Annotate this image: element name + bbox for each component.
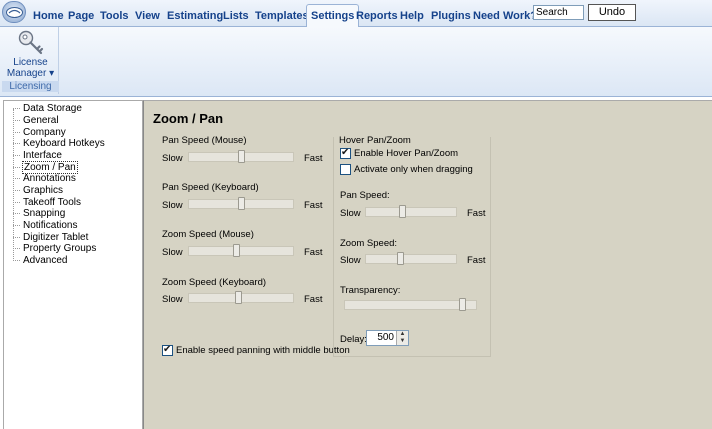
tree-item-takeoff-tools[interactable]: Takeoff Tools bbox=[13, 197, 82, 208]
fast-label: Fast bbox=[304, 153, 323, 164]
tree-item-interface[interactable]: Interface bbox=[13, 150, 63, 161]
hover-group-title: Hover Pan/Zoom bbox=[339, 135, 411, 146]
slider-thumb[interactable] bbox=[459, 298, 466, 311]
tab-settings[interactable]: Settings bbox=[306, 4, 360, 28]
delay-value: 500 bbox=[377, 332, 394, 343]
tab-view[interactable]: View bbox=[135, 6, 160, 27]
drag-only-label: Activate only when dragging bbox=[354, 164, 473, 175]
pan-speed-keyboard-slider[interactable] bbox=[188, 197, 294, 210]
ribbon-tab-bar: Home Page Tools View Estimating Lists Te… bbox=[0, 0, 712, 28]
slow-label: Slow bbox=[162, 153, 183, 164]
drag-only-checkbox[interactable]: ✔ bbox=[340, 164, 351, 175]
license-label-line2: Manager ▾ bbox=[6, 68, 55, 79]
hover-pan-speed-label: Pan Speed: bbox=[340, 190, 390, 201]
ribbon-panel: License Manager ▾ Licensing bbox=[0, 27, 712, 97]
slider-thumb[interactable] bbox=[233, 244, 240, 257]
fast-label: Fast bbox=[304, 200, 323, 211]
fast-label: Fast bbox=[467, 208, 486, 219]
zoom-speed-keyboard-slider[interactable] bbox=[188, 291, 294, 304]
slider-thumb[interactable] bbox=[238, 150, 245, 163]
hover-zoom-speed-slider[interactable] bbox=[365, 252, 457, 265]
zoom-speed-keyboard-label: Zoom Speed (Keyboard) bbox=[162, 277, 267, 288]
tree-item-company[interactable]: Company bbox=[13, 127, 67, 138]
tab-templates[interactable]: Templates bbox=[255, 6, 309, 27]
spin-up-icon[interactable]: ▲ bbox=[397, 331, 408, 338]
spinner-arrows[interactable]: ▲ ▼ bbox=[396, 331, 408, 345]
zoom-pan-settings-panel: Zoom / Pan Pan Speed (Mouse) Slow Fast P… bbox=[143, 100, 712, 429]
licensing-group: License Manager ▾ Licensing bbox=[2, 27, 59, 94]
slider-thumb[interactable] bbox=[238, 197, 245, 210]
tree-item-annotations[interactable]: Annotations bbox=[13, 173, 77, 184]
tab-reports[interactable]: Reports bbox=[356, 6, 398, 27]
zoom-speed-mouse-slider[interactable] bbox=[188, 244, 294, 257]
pan-speed-keyboard-label: Pan Speed (Keyboard) bbox=[162, 182, 259, 193]
tree-item-advanced[interactable]: Advanced bbox=[13, 255, 68, 266]
tab-home[interactable]: Home bbox=[33, 6, 64, 27]
transparency-label: Transparency: bbox=[340, 285, 401, 296]
license-label-line1: License bbox=[13, 57, 48, 68]
middle-button-label: Enable speed panning with middle button bbox=[176, 345, 350, 356]
tree-item-graphics[interactable]: Graphics bbox=[13, 185, 64, 196]
undo-button[interactable]: Undo bbox=[588, 4, 636, 21]
pan-speed-mouse-slider[interactable] bbox=[188, 150, 294, 163]
search-input[interactable] bbox=[533, 5, 584, 20]
slow-label: Slow bbox=[162, 294, 183, 305]
tab-estimating[interactable]: Estimating bbox=[167, 6, 223, 27]
slow-label: Slow bbox=[340, 208, 361, 219]
tab-tools[interactable]: Tools bbox=[100, 6, 129, 27]
spin-down-icon[interactable]: ▼ bbox=[397, 338, 408, 345]
slow-label: Slow bbox=[162, 247, 183, 258]
app-logo-icon bbox=[6, 7, 23, 18]
tab-plugins[interactable]: Plugins bbox=[431, 6, 471, 27]
slider-thumb[interactable] bbox=[397, 252, 404, 265]
enable-hover-checkbox[interactable]: ✔ bbox=[340, 147, 351, 159]
zoom-speed-mouse-label: Zoom Speed (Mouse) bbox=[162, 229, 254, 240]
tab-page[interactable]: Page bbox=[68, 6, 94, 27]
slow-label: Slow bbox=[162, 200, 183, 211]
hover-pan-speed-slider[interactable] bbox=[365, 205, 457, 218]
slow-label: Slow bbox=[340, 255, 361, 266]
license-manager-button[interactable]: License Manager ▾ bbox=[5, 29, 56, 84]
key-icon bbox=[18, 30, 43, 55]
settings-tree: Data Storage General Company Keyboard Ho… bbox=[3, 100, 143, 429]
delay-spinner[interactable]: 500 ▲ ▼ bbox=[366, 330, 409, 346]
tree-item-notifications[interactable]: Notifications bbox=[13, 220, 78, 231]
slider-thumb[interactable] bbox=[235, 291, 242, 304]
tree-item-digitizer-tablet[interactable]: Digitizer Tablet bbox=[13, 232, 89, 243]
slider-thumb[interactable] bbox=[399, 205, 406, 218]
tree-item-keyboard-hotkeys[interactable]: Keyboard Hotkeys bbox=[13, 138, 106, 149]
tab-lists[interactable]: Lists bbox=[223, 6, 249, 27]
middle-button-checkbox[interactable]: ✔ bbox=[162, 344, 173, 356]
transparency-slider[interactable] bbox=[344, 298, 477, 311]
tab-help[interactable]: Help bbox=[400, 6, 424, 27]
group-label-licensing: Licensing bbox=[2, 81, 59, 92]
application-menu-button[interactable] bbox=[2, 1, 26, 23]
page-title: Zoom / Pan bbox=[153, 111, 224, 126]
fast-label: Fast bbox=[304, 294, 323, 305]
fast-label: Fast bbox=[467, 255, 486, 266]
tree-item-snapping[interactable]: Snapping bbox=[13, 208, 66, 219]
pan-speed-mouse-label: Pan Speed (Mouse) bbox=[162, 135, 247, 146]
enable-hover-label: Enable Hover Pan/Zoom bbox=[354, 148, 459, 159]
hover-zoom-speed-label: Zoom Speed: bbox=[340, 238, 398, 249]
delay-label: Delay: bbox=[340, 334, 367, 345]
tree-item-zoom-pan[interactable]: Zoom / Pan bbox=[13, 161, 78, 174]
tab-need-work[interactable]: Need Work? bbox=[473, 6, 537, 27]
tree-item-general[interactable]: General bbox=[13, 115, 60, 126]
tree-item-property-groups[interactable]: Property Groups bbox=[13, 243, 97, 254]
fast-label: Fast bbox=[304, 247, 323, 258]
tree-item-data-storage[interactable]: Data Storage bbox=[13, 103, 83, 114]
